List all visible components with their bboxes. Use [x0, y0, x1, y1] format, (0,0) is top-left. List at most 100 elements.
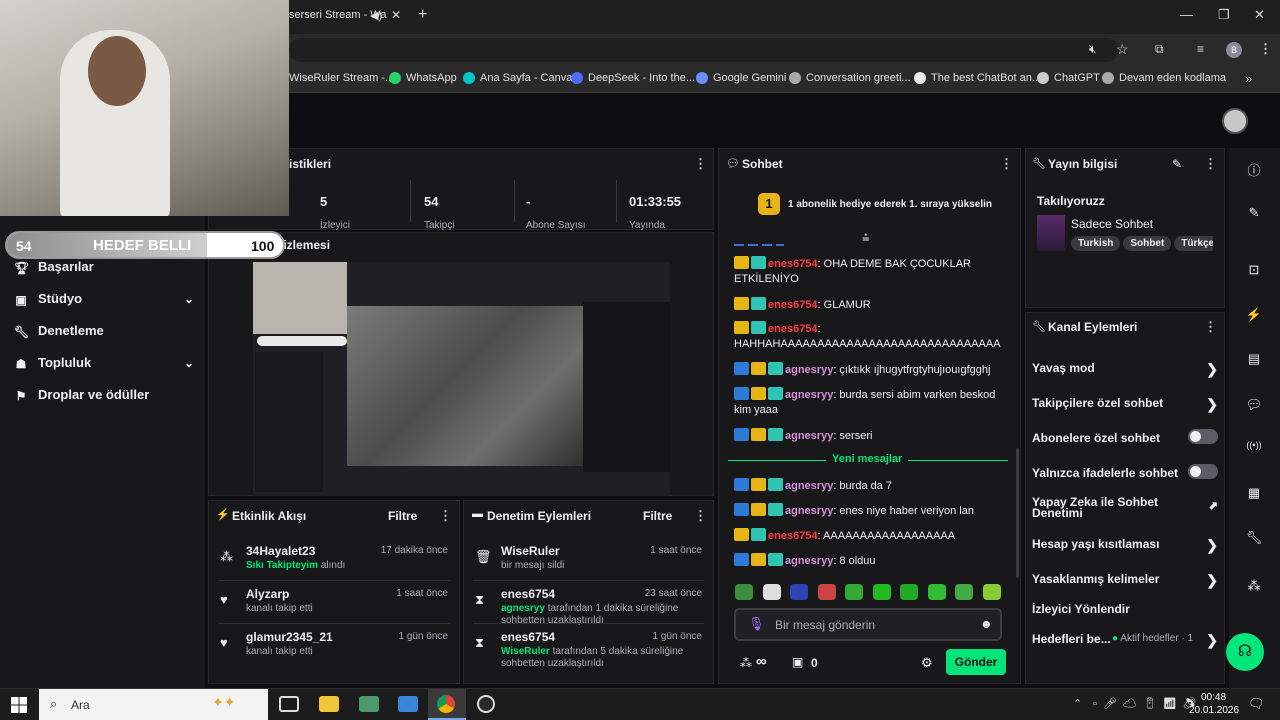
chat-message[interactable]: agnesryy: enes niye haber veriyon lan [734, 503, 1004, 519]
mic-icon[interactable]: 🎙︎ [748, 616, 765, 632]
pen-app-icon[interactable] [359, 696, 379, 712]
browser-tab[interactable]: serseri Stream - Wa [289, 9, 399, 25]
chat-scrollbar[interactable] [1016, 448, 1019, 578]
media-icon[interactable]: ≡ [1197, 42, 1204, 56]
event-user[interactable]: enes6754 [501, 630, 555, 644]
start-icon[interactable] [11, 697, 27, 713]
chat-message[interactable]: agnesryy: çıktıkk ıjhugytfrgtyhujıouıgfg… [734, 362, 1004, 378]
store-icon[interactable] [398, 696, 418, 712]
obs-icon[interactable] [477, 695, 495, 713]
bookmark-item[interactable]: WiseRuler Stream -... [289, 72, 394, 84]
chat-message[interactable]: enes6754: GLAMUR [734, 297, 1004, 313]
chat-message[interactable]: agnesryy: serseri [734, 428, 1004, 444]
emote-icon[interactable] [845, 584, 863, 600]
event-user[interactable]: glamur2345_21 [246, 630, 333, 644]
edit-info-icon[interactable]: ✎ [1172, 157, 1182, 171]
bookmark-item[interactable]: Google Gemini [696, 72, 786, 84]
chat-message[interactable]: agnesryy: burda sersi abim varken beskod… [734, 387, 1004, 418]
stream-tag[interactable]: Sohbet [1123, 236, 1172, 251]
event-user[interactable]: Alyzarp [246, 587, 289, 601]
emote-icon[interactable] [900, 584, 918, 600]
info-icon[interactable]: ⓘ [1238, 160, 1270, 182]
bookmark-item[interactable]: Devam eden kodlama [1102, 72, 1226, 84]
event-highlight[interactable]: agnesryy [501, 603, 545, 614]
url-field[interactable] [289, 38, 1119, 62]
bookmark-item[interactable]: WhatsApp [389, 72, 457, 84]
channel-action[interactable]: Yalnızca ifadelerle sohbet [1032, 464, 1218, 482]
profile-avatar[interactable]: B [1226, 42, 1242, 58]
browser-menu-icon[interactable]: ⋮ [1259, 41, 1272, 57]
file-explorer-icon[interactable] [319, 696, 339, 712]
emote-icon[interactable] [927, 584, 946, 600]
event-user[interactable]: 34Hayalet23 [246, 544, 315, 558]
bookmark-star-icon[interactable]: ☆ [1116, 41, 1129, 58]
chat-message[interactable]: agnesryy: 8 olduu [734, 553, 1004, 569]
gift-icon[interactable]: ▣ [792, 655, 803, 669]
nav-item[interactable]: ☗ Topluluk ⌄ [14, 355, 194, 371]
pencil-icon[interactable]: ✎ [1238, 205, 1270, 227]
emote-icon[interactable] [762, 584, 781, 600]
hype-train-text[interactable]: 1 abonelik hediye ederek 1. sıraya yükse… [788, 199, 992, 210]
emote-icon[interactable] [735, 584, 753, 600]
toggle-switch[interactable] [1188, 429, 1218, 444]
bookmark-item[interactable]: The best ChatBot an... [914, 72, 1041, 84]
minimize-icon[interactable]: — [1180, 7, 1193, 22]
chat-username[interactable]: agnesryy [785, 389, 833, 401]
stream-tag[interactable]: Turkish [1071, 236, 1121, 251]
window-close-icon[interactable]: ✕ [1254, 7, 1265, 23]
channel-action[interactable]: Hesap yaşı kısıtlaması ❯ [1032, 537, 1218, 553]
stream-info-menu-icon[interactable]: ⋮ [1204, 157, 1217, 170]
activity-menu-icon[interactable]: ⋮ [439, 509, 452, 522]
event-highlight[interactable]: Sıkı Takipteyim [246, 560, 318, 571]
bookmark-item[interactable]: Conversation greeti... [789, 72, 911, 84]
channel-action[interactable]: Takipçilere özel sohbet ❯ [1032, 396, 1218, 412]
moderation-menu-icon[interactable]: ⋮ [694, 509, 707, 522]
event-user[interactable]: enes6754 [501, 587, 555, 601]
chat-menu-icon[interactable]: ⋮ [1000, 157, 1013, 170]
lightning-icon[interactable]: ⚡ [1238, 307, 1270, 329]
chat-username[interactable]: agnesryy [785, 480, 833, 492]
chat-username[interactable]: enes6754 [768, 530, 818, 542]
camera-icon[interactable]: ⊡ [1238, 262, 1270, 284]
chat-username[interactable]: agnesryy [785, 555, 833, 567]
stream-tag[interactable]: Türkçe [1174, 236, 1213, 251]
moderation-filter-button[interactable]: Filtre [643, 509, 672, 523]
tab-close-icon[interactable]: ✕ [391, 8, 401, 22]
maximize-icon[interactable]: ❐ [1218, 7, 1230, 23]
channel-action[interactable]: Yasaklanmış kelimeler ❯ [1032, 572, 1218, 588]
chat-username[interactable]: agnesryy [785, 364, 833, 376]
emote-icon[interactable] [790, 584, 808, 600]
channel-action[interactable]: Yapay Zeka ile Sohbet Denetimi ⬈ [1032, 496, 1218, 519]
tray-overflow-icon[interactable]: ⌃ [1073, 697, 1082, 710]
emote-icon[interactable] [817, 584, 836, 600]
chat-username[interactable]: agnesryy [785, 505, 833, 517]
chat-username[interactable]: enes6754 [768, 323, 818, 335]
toggle-switch[interactable] [1188, 464, 1218, 479]
bookmark-item[interactable]: Ana Sayfa - Canva [463, 72, 572, 84]
user-avatar[interactable] [1222, 108, 1248, 134]
quick-actions-fab[interactable]: ☊ [1226, 633, 1264, 671]
chat-message[interactable]: enes6754: OHA DEME BAK ÇOCUKLAR ETKİLENİ… [734, 256, 1004, 287]
stats-menu-icon[interactable]: ⋮ [694, 157, 707, 170]
nav-item[interactable]: 🔧︎ Denetleme [14, 323, 194, 339]
pinned-collapse-icon[interactable]: ⩮ [862, 230, 870, 246]
notes-icon[interactable]: ▤ [1238, 351, 1270, 373]
chat-icon[interactable]: 💬︎ [1238, 397, 1270, 419]
wrench-icon[interactable]: 🔧︎ [1238, 530, 1270, 552]
chat-message[interactable]: enes6754: AAAAAAAAAAAAAAAAAA [734, 528, 1004, 544]
new-tab-icon[interactable]: + [418, 6, 427, 24]
task-view-icon[interactable] [279, 696, 299, 712]
chat-settings-icon[interactable]: ⚙ [921, 655, 933, 671]
clock-date[interactable]: 20.01.2026 [1189, 705, 1239, 716]
clock-time[interactable]: 00:48 [1201, 692, 1226, 703]
nav-item[interactable]: ▣ Stüdyo ⌄ [14, 291, 194, 307]
layout-icon[interactable]: ▦ [1238, 485, 1270, 507]
mute-site-icon[interactable]: 🔇︎ [1089, 42, 1097, 57]
stream-preview-video[interactable] [253, 262, 670, 496]
chat-username[interactable]: agnesryy [785, 430, 833, 442]
channel-action[interactable]: İzleyici Yönlendir [1032, 602, 1218, 618]
emote-icon[interactable] [982, 584, 1001, 600]
channel-action[interactable]: Abonelere özel sohbet [1032, 429, 1218, 447]
emote-icon[interactable] [872, 584, 891, 600]
channel-points-icon[interactable]: ⁂ [740, 656, 752, 670]
